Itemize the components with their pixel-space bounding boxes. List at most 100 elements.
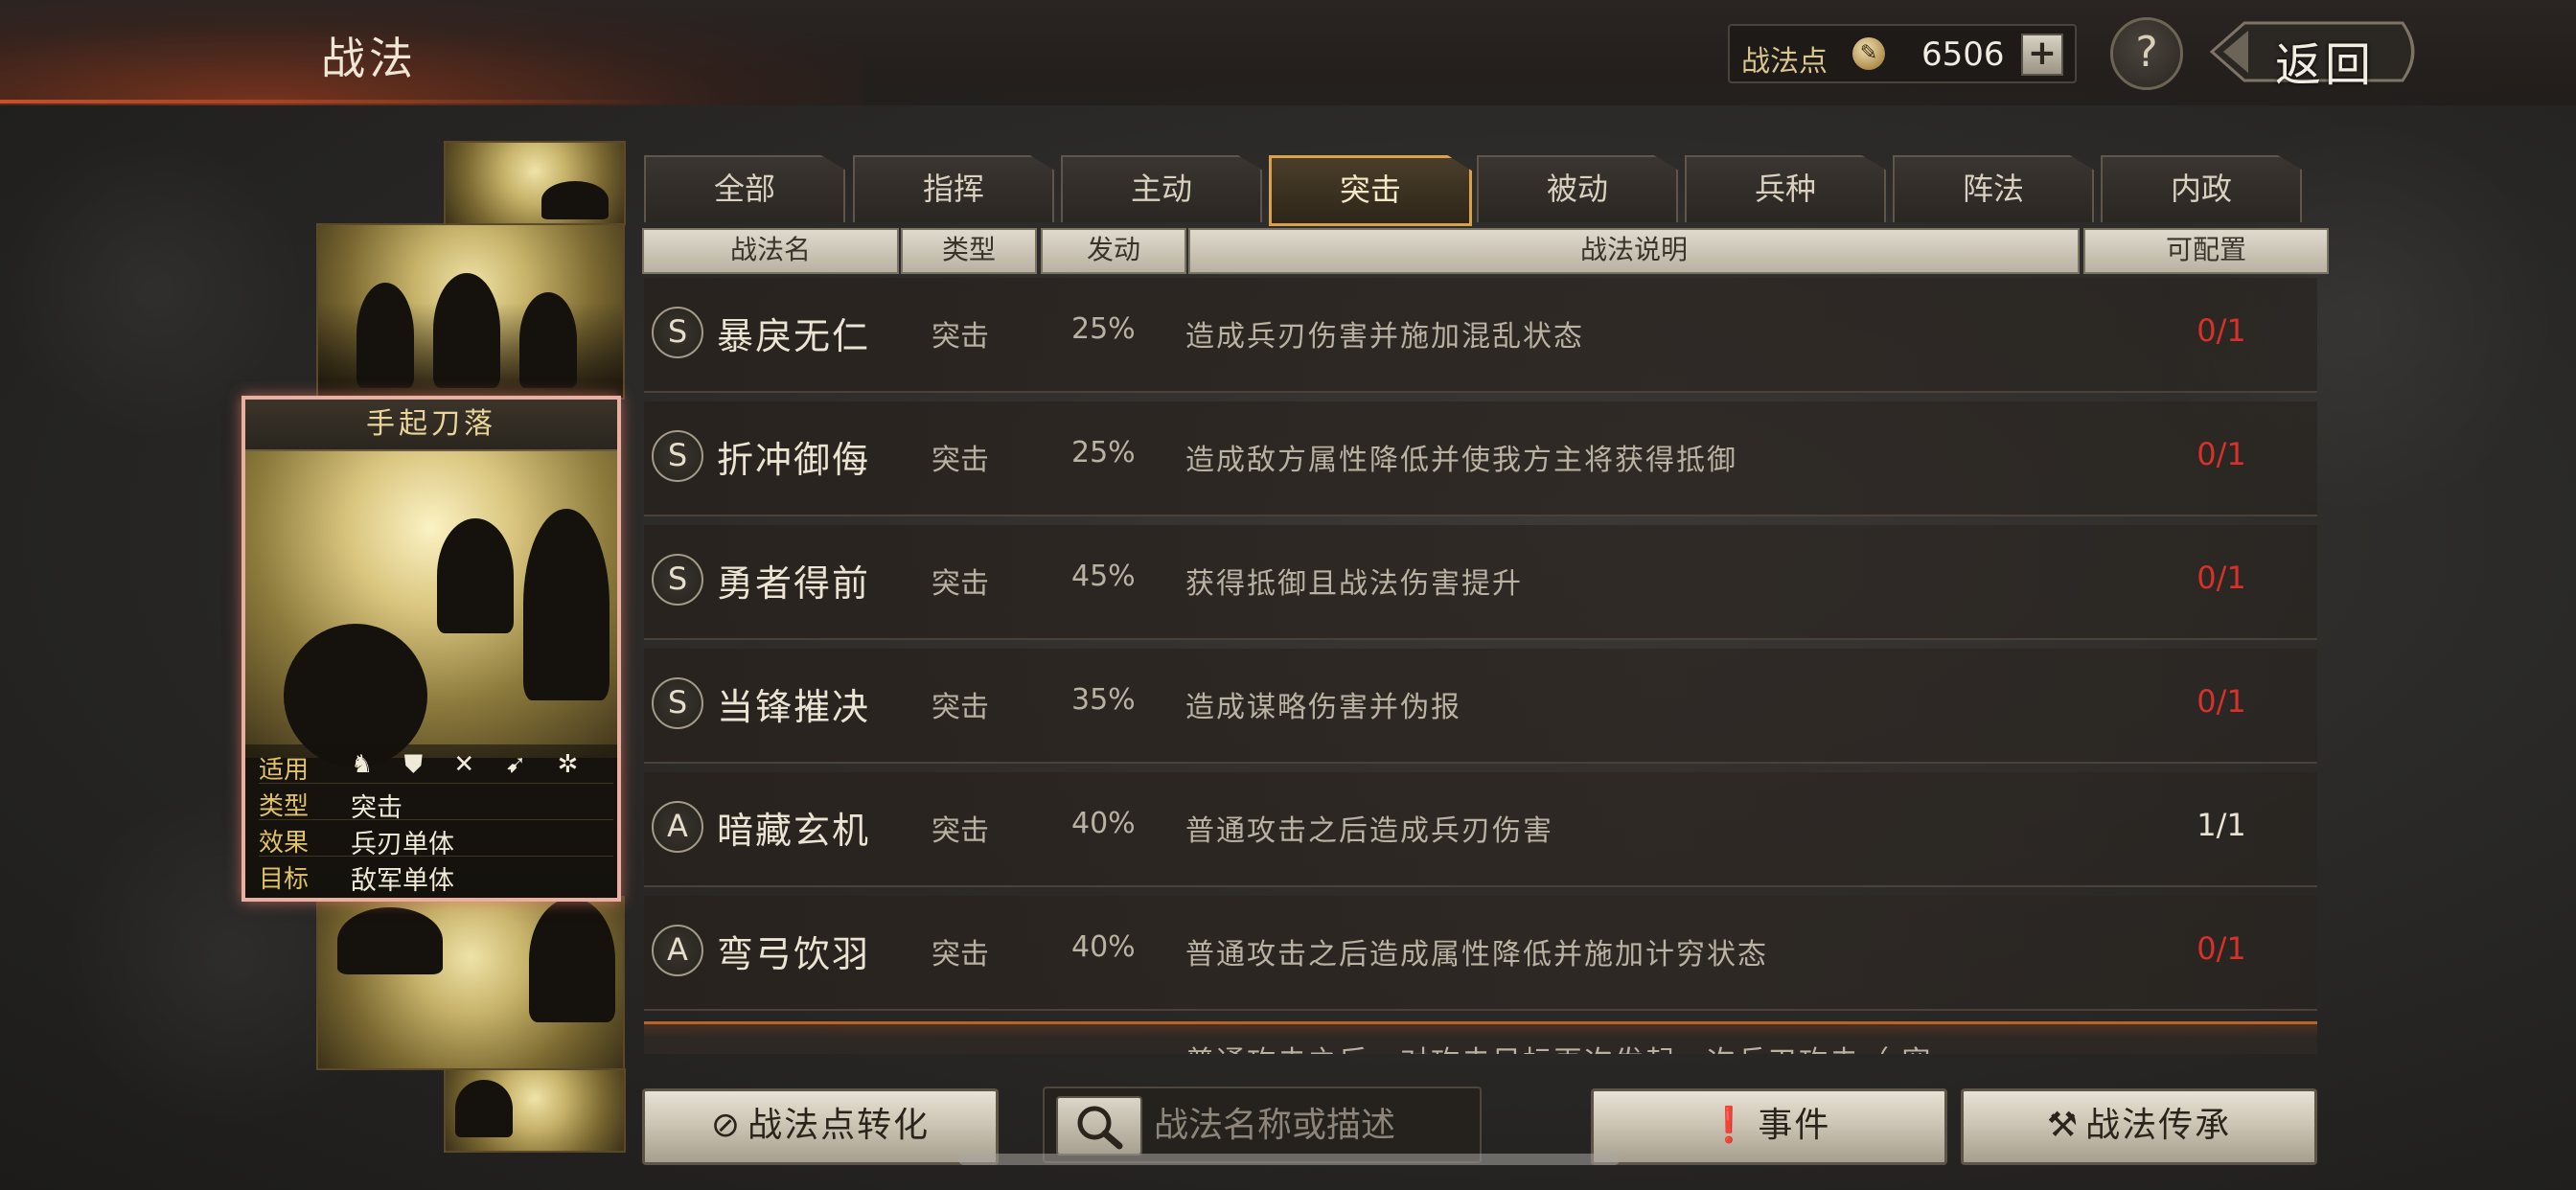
skill-description: 造成敌方属性降低并使我方主将获得抵御 — [1185, 444, 1737, 477]
column-header-name[interactable]: 战法名 — [642, 228, 899, 274]
grade-badge: S — [652, 554, 703, 606]
selected-skill-title: 手起刀落 — [245, 400, 617, 451]
skill-row[interactable]: S 折冲御侮 突击 25% 造成敌方属性降低并使我方主将获得抵御 0/1 — [644, 401, 2317, 516]
skill-rate: 25% — [1071, 436, 1136, 469]
info-key: 适用 — [259, 756, 310, 785]
skill-points-label: 战法点 — [1741, 45, 1828, 79]
info-value: 突击 — [351, 793, 402, 823]
background-swirl — [0, 134, 307, 441]
column-header-config[interactable]: 可配置 — [2083, 228, 2329, 274]
events-label: 事件 — [1758, 1106, 1831, 1145]
skill-rate: 35% — [1071, 683, 1136, 717]
tab-internal[interactable]: 内政 — [2101, 155, 2302, 222]
tab-formation[interactable]: 阵法 — [1893, 155, 2094, 222]
info-row-type: 类型 突击 — [259, 785, 613, 823]
skill-points-display: 战法点 ✎ 6506 + — [1728, 24, 2077, 83]
skill-type: 突击 — [932, 938, 989, 972]
skill-description: 获得抵御且战法伤害提升 — [1185, 567, 1523, 601]
skill-type: 突击 — [932, 444, 989, 477]
info-row-target: 目标 敌军单体 — [259, 858, 613, 896]
skill-config-count: 0/1 — [2196, 312, 2246, 349]
tab-troop[interactable]: 兵种 — [1685, 155, 1886, 222]
skill-config-count: 1/1 — [2196, 807, 2246, 843]
skill-card-thumb[interactable] — [316, 896, 625, 1070]
skill-config-count: 0/1 — [2196, 560, 2246, 596]
skill-name: 当锋摧决 — [717, 686, 871, 728]
skill-row[interactable]: A 暗藏玄机 突击 40% 普通攻击之后造成兵刃伤害 1/1 — [644, 772, 2317, 887]
skill-name: 暴戾无仁 — [717, 315, 871, 357]
header-glow — [0, 0, 862, 105]
selected-skill-art — [245, 451, 617, 767]
home-indicator[interactable] — [958, 1154, 1620, 1165]
events-button[interactable]: ❗ 事件 — [1591, 1088, 1947, 1165]
tab-all[interactable]: 全部 — [644, 155, 845, 222]
skill-description: 普通攻击之后，对攻击目标再次发起一次兵刃攻击（ 穷 — [1185, 1038, 1933, 1054]
skill-type: 突击 — [932, 567, 989, 601]
page-title: 战法 — [321, 33, 417, 84]
grade-badge: S — [652, 677, 703, 729]
events-icon: ❗ — [1707, 1106, 1753, 1145]
info-value: 敌军单体 — [351, 866, 454, 896]
inherit-button[interactable]: ⚒ 战法传承 — [1961, 1088, 2317, 1165]
skill-rate: 25% — [1071, 312, 1136, 346]
skill-list[interactable]: S 暴戾无仁 突击 25% 造成兵刃伤害并施加混乱状态 0/1 S 折冲御侮 突… — [644, 278, 2321, 1054]
inherit-label: 战法传承 — [2085, 1106, 2232, 1145]
skill-config-count: 0/1 — [2196, 930, 2246, 967]
skill-points-icon: ✎ — [1852, 37, 1885, 70]
skill-type: 突击 — [932, 691, 989, 724]
info-value: 兵刃单体 — [351, 830, 454, 859]
grade-badge: A — [652, 925, 703, 976]
troop-type-icons: ♞ ⛊ ✕ ➹ ✲ — [351, 750, 590, 779]
skill-row[interactable]: S 勇者得前 突击 45% 获得抵御且战法伤害提升 0/1 — [644, 525, 2317, 640]
skill-rate: 40% — [1071, 807, 1136, 840]
tab-command[interactable]: 指挥 — [853, 155, 1054, 222]
tab-assault[interactable]: 突击 — [1269, 155, 1472, 226]
skill-row[interactable]: S 当锋摧决 突击 35% 造成谋略伤害并伪报 0/1 — [644, 649, 2317, 764]
skill-card-thumb[interactable] — [444, 141, 626, 225]
skill-description: 造成谋略伤害并伪报 — [1185, 691, 1461, 724]
skill-rate: 40% — [1071, 930, 1136, 964]
skill-row[interactable]: 普通攻击之后，对攻击目标再次发起一次兵刃攻击（ 穷 — [644, 1021, 2317, 1054]
grade-badge: S — [652, 307, 703, 358]
selected-skill-card[interactable]: 手起刀落 适用 ♞ ⛊ ✕ ➹ ✲ 类型 突击 效果 兵刃单体 目标 敌军单体 — [242, 396, 621, 902]
info-key: 效果 — [259, 829, 310, 858]
grade-badge: A — [652, 801, 703, 853]
skill-description: 普通攻击之后造成属性降低并施加计穷状态 — [1185, 938, 1768, 972]
convert-points-button[interactable]: ⊘ 战法点转化 — [642, 1088, 999, 1165]
add-points-button[interactable]: + — [2021, 34, 2063, 76]
search-icon — [1077, 1106, 1123, 1150]
skill-description: 造成兵刃伤害并施加混乱状态 — [1185, 320, 1584, 354]
search-button[interactable] — [1056, 1096, 1142, 1156]
column-header-type[interactable]: 类型 — [901, 228, 1037, 274]
tab-active[interactable]: 主动 — [1061, 155, 1262, 222]
column-header-description: 战法说明 — [1188, 228, 2080, 274]
convert-points-label: 战法点转化 — [748, 1106, 931, 1145]
skill-card-thumb[interactable] — [316, 223, 625, 400]
skill-type: 突击 — [932, 814, 989, 848]
top-bar: 战法 战法点 ✎ 6506 + ? 返回 — [0, 0, 2576, 105]
skill-points-value: 6506 — [1921, 35, 2005, 74]
header-accent-line — [0, 100, 671, 103]
skill-point-icon: ⊘ — [710, 1106, 743, 1145]
search-input[interactable] — [1152, 1094, 1472, 1156]
tab-passive[interactable]: 被动 — [1477, 155, 1678, 222]
skill-name: 弯弓饮羽 — [717, 933, 871, 975]
skill-rate: 45% — [1071, 560, 1136, 593]
skill-description: 普通攻击之后造成兵刃伤害 — [1185, 814, 1553, 848]
grade-badge: S — [652, 430, 703, 482]
skill-name: 勇者得前 — [717, 562, 871, 605]
skill-type: 突击 — [932, 320, 989, 354]
skill-card-thumb[interactable] — [444, 1068, 626, 1153]
skill-name: 暗藏玄机 — [717, 810, 871, 852]
skill-row[interactable]: S 暴戾无仁 突击 25% 造成兵刃伤害并施加混乱状态 0/1 — [644, 278, 2317, 393]
back-button[interactable]: 返回 — [2206, 17, 2426, 92]
skill-row[interactable]: A 弯弓饮羽 突击 40% 普通攻击之后造成属性降低并施加计穷状态 0/1 — [644, 896, 2317, 1011]
info-row-applicable: 适用 ♞ ⛊ ✕ ➹ ✲ — [259, 748, 613, 785]
selected-skill-info: 适用 ♞ ⛊ ✕ ➹ ✲ 类型 突击 效果 兵刃单体 目标 敌军单体 — [245, 744, 617, 898]
column-header-rate[interactable]: 发动 — [1041, 228, 1186, 274]
skill-config-count: 0/1 — [2196, 683, 2246, 720]
skill-name: 折冲御侮 — [717, 439, 871, 481]
help-button[interactable]: ? — [2110, 17, 2183, 90]
info-row-effect: 效果 兵刃单体 — [259, 821, 613, 859]
search-bar[interactable] — [1043, 1087, 1482, 1163]
